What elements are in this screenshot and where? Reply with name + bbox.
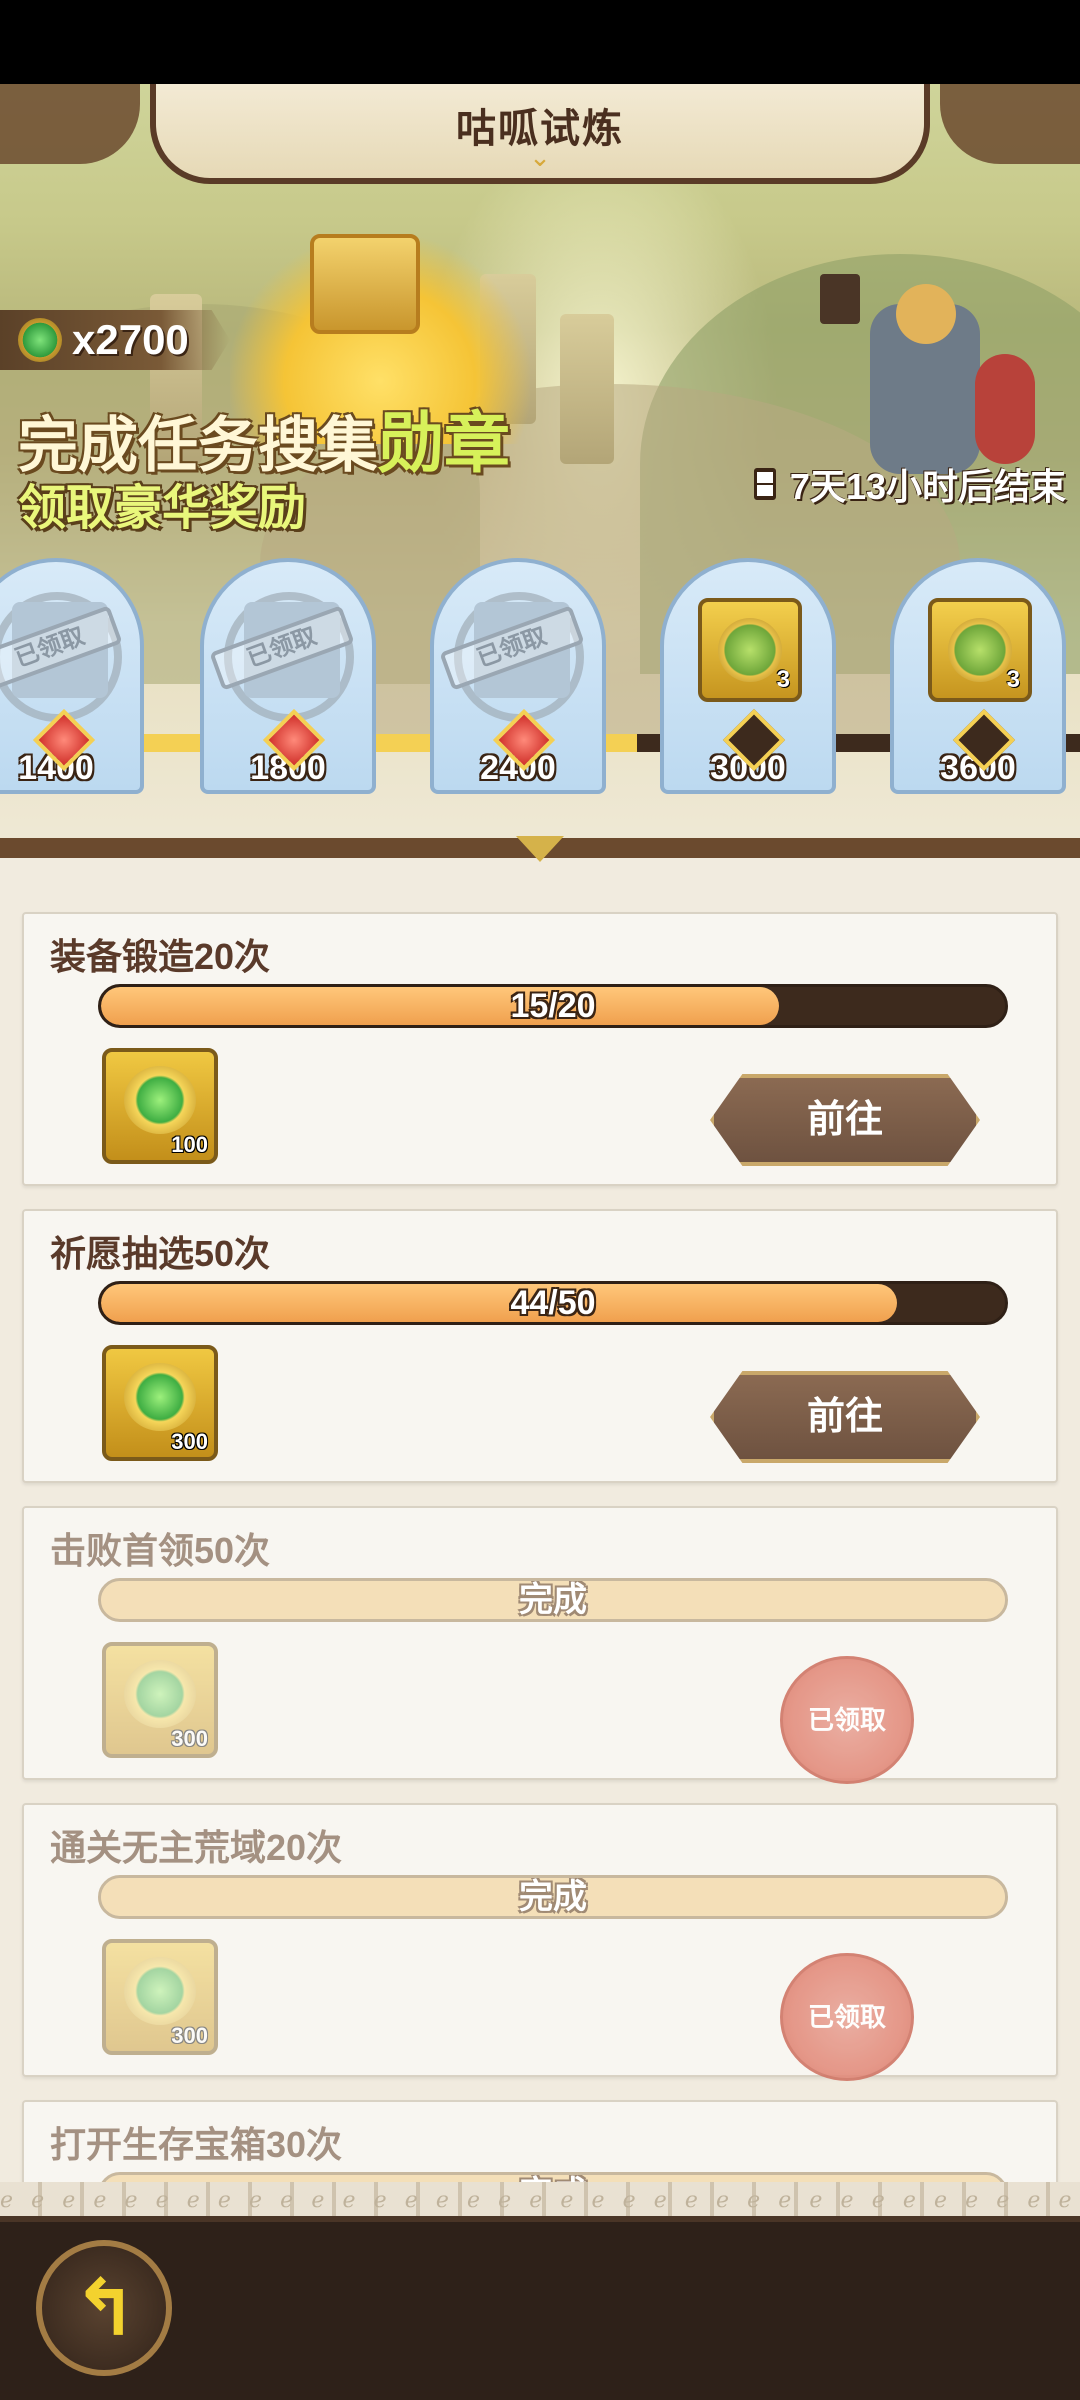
frog-coin-icon: 3 xyxy=(928,598,1032,702)
frog-coin-icon: 3 xyxy=(698,598,802,702)
reward-amount: 100 xyxy=(171,1132,208,1157)
back-arrow-icon: ↰ xyxy=(72,2264,138,2352)
reward-qty: 3 xyxy=(776,666,790,693)
task-title: 通关无主荒域20次 xyxy=(50,1827,343,1868)
task-card: 装备锻造20次 15/20 100 前往 xyxy=(22,912,1058,1186)
event-timer: 7天13小时后结束 xyxy=(753,458,1066,510)
medal-count-value: x2700 xyxy=(72,316,189,363)
reward-amount: 300 xyxy=(171,1429,208,1454)
task-progress-bar: 完成 xyxy=(98,1578,1008,1622)
task-progress-bar: 44/50 xyxy=(98,1281,1008,1325)
back-button[interactable]: ↰ xyxy=(36,2240,172,2376)
task-progress-text: 44/50 xyxy=(510,1284,596,1322)
task-progress-text: 完成 xyxy=(519,1581,587,1619)
claimed-seal: 已领取 xyxy=(780,1953,914,2081)
status-bar xyxy=(0,0,1080,84)
banner-subheadline: 领取豪华奖励 xyxy=(18,482,307,535)
reward-amount: 300 xyxy=(171,1726,208,1751)
task-card: 通关无主荒域20次 完成 300 已领取 xyxy=(22,1803,1058,2081)
task-progress-text: 15/20 xyxy=(510,987,596,1025)
timer-text: 7天13小时后结束 xyxy=(789,466,1066,507)
reward-qty: 3 xyxy=(1006,666,1020,693)
task-card: 击败首领50次 完成 300 已领取 xyxy=(22,1506,1058,1784)
treasure-chest-illustration xyxy=(310,234,420,334)
hourglass-icon xyxy=(753,468,776,500)
medal-reward-icon[interactable]: 100 xyxy=(102,1048,218,1164)
medal-reward-icon[interactable]: 300 xyxy=(102,1345,218,1461)
task-title: 打开生存宝箱30次 xyxy=(50,2124,343,2165)
task-title: 祈愿抽选50次 xyxy=(50,1233,271,1274)
chevron-down-icon: ⌄ xyxy=(529,142,551,172)
task-card: 祈愿抽选50次 44/50 300 前往 xyxy=(22,1209,1058,1483)
headline-highlight: 勋章 xyxy=(378,406,510,480)
greek-key-border: ℯ ℯ ℯ ℯ ℯ ℯ ℯ ℯ ℯ ℯ ℯ ℯ ℯ ℯ ℯ ℯ ℯ ℯ ℯ ℯ … xyxy=(0,2182,1080,2218)
reward-amount: 300 xyxy=(171,2023,208,2048)
task-progress-bar: 完成 xyxy=(98,1875,1008,1919)
medal-reward-icon[interactable]: 300 xyxy=(102,1642,218,1758)
medal-icon xyxy=(18,318,62,362)
go-button[interactable]: 前往 xyxy=(710,1371,980,1463)
medal-counter: x2700 xyxy=(0,310,230,370)
medal-reward-icon[interactable]: 300 xyxy=(102,1939,218,2055)
go-button[interactable]: 前往 xyxy=(710,1074,980,1166)
task-progress-text: 完成 xyxy=(519,1878,587,1916)
task-progress-bar: 15/20 xyxy=(98,984,1008,1028)
task-title: 装备锻造20次 xyxy=(50,936,271,977)
task-title: 击败首领50次 xyxy=(50,1530,271,1571)
claimed-seal: 已领取 xyxy=(780,1656,914,1784)
